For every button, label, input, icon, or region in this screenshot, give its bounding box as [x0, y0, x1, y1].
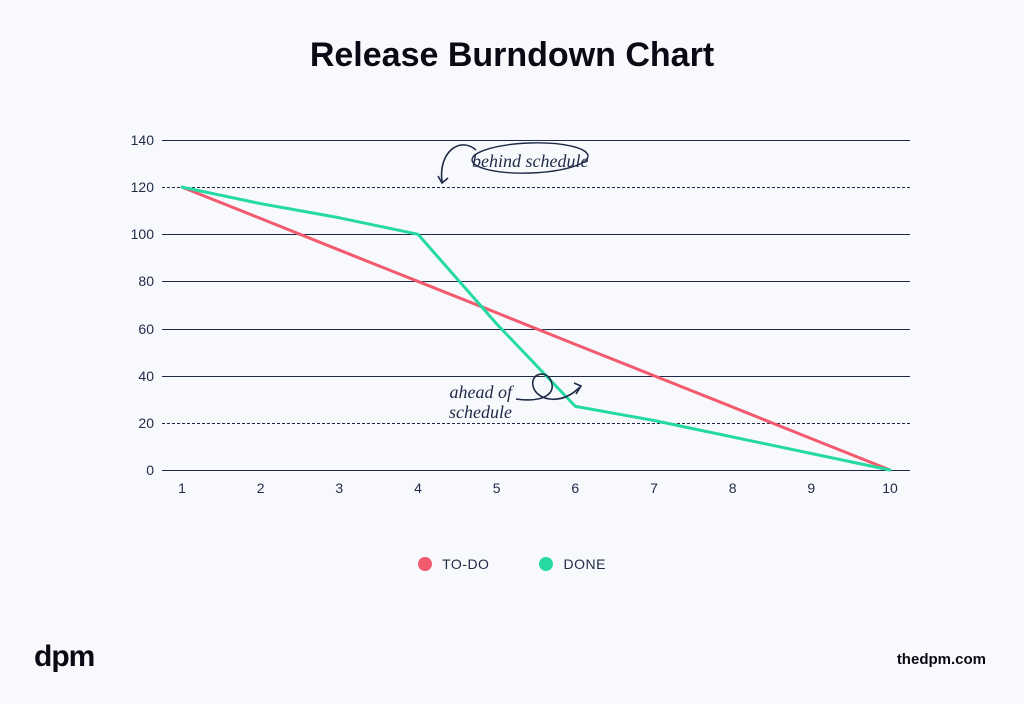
legend-dot-done	[539, 557, 553, 571]
annotation-behind-schedule: behind schedule	[472, 152, 588, 172]
y-tick-label: 20	[114, 415, 154, 431]
x-tick-label: 5	[493, 480, 501, 496]
y-tick-label: 80	[114, 273, 154, 289]
x-tick-label: 7	[650, 480, 658, 496]
x-tick-label: 4	[414, 480, 422, 496]
legend-label-done: DONE	[563, 556, 605, 572]
y-tick-label: 40	[114, 368, 154, 384]
chart-area: 020406080100120140 behind schedule ahead…	[120, 140, 910, 500]
x-tick-label: 6	[571, 480, 579, 496]
x-tick-label: 10	[882, 480, 898, 496]
y-tick-label: 100	[114, 226, 154, 242]
x-tick-label: 8	[729, 480, 737, 496]
legend-item-done: DONE	[539, 556, 605, 572]
annotation-ahead-of-schedule: ahead ofschedule	[422, 383, 512, 423]
footer-logo: dpm	[34, 640, 94, 674]
legend-label-todo: TO-DO	[442, 556, 489, 572]
y-tick-label: 0	[114, 462, 154, 478]
y-tick-label: 60	[114, 321, 154, 337]
x-tick-label: 2	[257, 480, 265, 496]
chart-title: Release Burndown Chart	[0, 0, 1024, 75]
legend-dot-todo	[418, 557, 432, 571]
gridline	[162, 470, 910, 471]
x-tick-label: 3	[335, 480, 343, 496]
legend-item-todo: TO-DO	[418, 556, 489, 572]
y-tick-label: 140	[114, 132, 154, 148]
y-tick-label: 120	[114, 179, 154, 195]
x-tick-label: 9	[807, 480, 815, 496]
x-tick-label: 1	[178, 480, 186, 496]
footer-site: thedpm.com	[897, 651, 986, 668]
plot-region: behind schedule ahead ofschedule	[162, 140, 910, 470]
legend: TO-DO DONE	[0, 556, 1024, 572]
